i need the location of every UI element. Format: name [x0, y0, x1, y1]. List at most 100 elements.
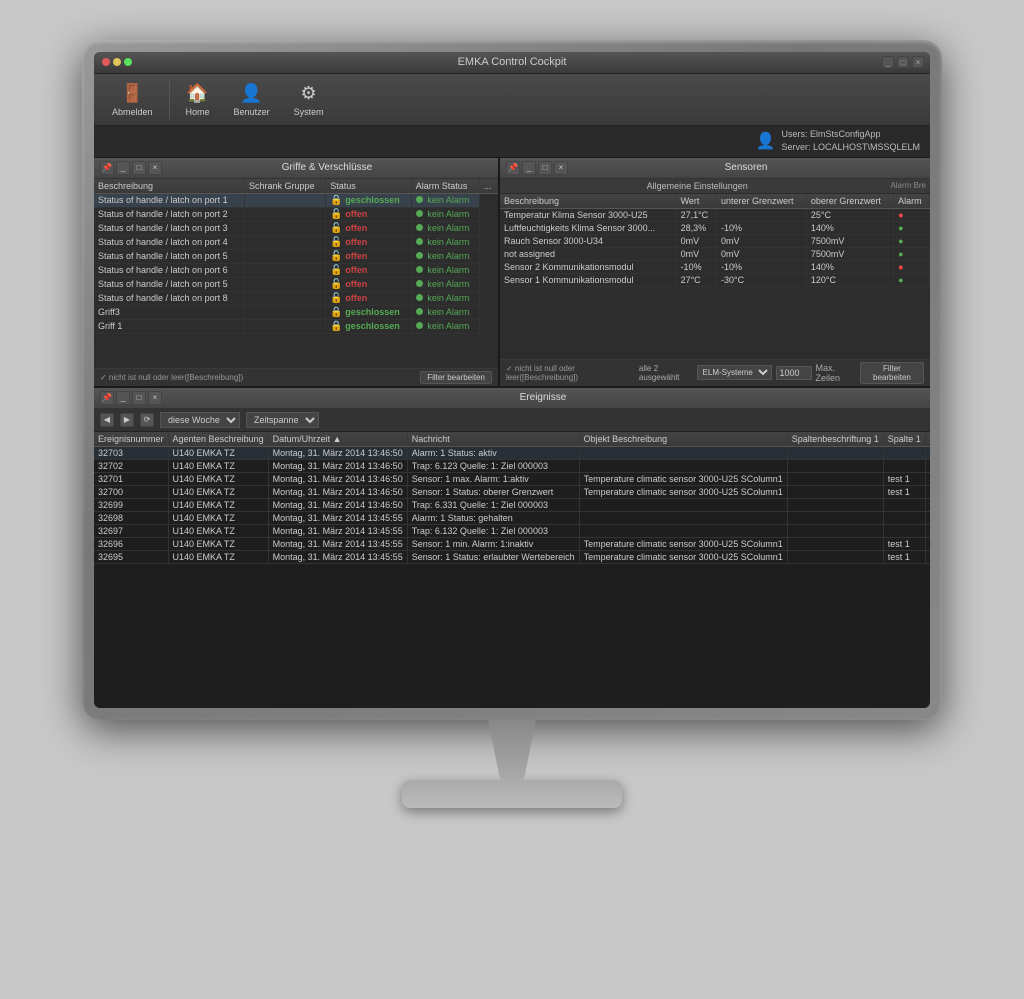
home-icon: 🏠	[186, 81, 210, 105]
system-button[interactable]: ⚙ System	[286, 77, 332, 121]
griffe-min-btn[interactable]: _	[116, 161, 130, 175]
sensoren-row[interactable]: Temperatur Klima Sensor 3000-U25 27,1°C …	[500, 208, 930, 221]
griffe-row[interactable]: Status of handle / latch on port 2 🔓 off…	[94, 207, 498, 221]
griffe-row[interactable]: Status of handle / latch on port 5 🔓 off…	[94, 277, 498, 291]
sensor-wert: 28,3%	[676, 221, 716, 234]
alarm-dot	[416, 224, 423, 231]
sensoren-min-btn[interactable]: _	[522, 161, 536, 175]
user-bar: 👤 Users: ElmStsConfigApp Server: LOCALHO…	[94, 126, 930, 158]
ereignis-nachricht: Alarm: 1 Status: aktiv	[407, 446, 579, 459]
user-name: Users: ElmStsConfigApp	[781, 128, 920, 141]
ereignisse-tb-btn3[interactable]: ⟳	[140, 413, 154, 427]
sensoren-row[interactable]: not assigned 0mV 0mV 7500mV ●	[500, 247, 930, 260]
benutzer-button[interactable]: 👤 Benutzer	[226, 77, 278, 121]
griffe-row[interactable]: Status of handle / latch on port 5 🔓 off…	[94, 249, 498, 263]
maximize-button[interactable]: □	[897, 56, 909, 68]
monitor-screen: EMKA Control Cockpit _ □ × 🚪 Abmelden	[94, 52, 930, 708]
ereignis-objekt: Temperature climatic sensor 3000-U25 SCo…	[579, 485, 787, 498]
ereignis-objekt: Temperature climatic sensor 3000-U25 SCo…	[579, 550, 787, 563]
griffe-close-btn[interactable]: ×	[148, 161, 162, 175]
ereignisse-min-btn[interactable]: _	[116, 391, 130, 405]
griffe-gruppe	[245, 235, 326, 249]
col-status: Status	[326, 179, 412, 194]
ereignis-nr: 32695	[94, 550, 168, 563]
griffe-row[interactable]: Status of handle / latch on port 1 🔒 ges…	[94, 193, 498, 207]
ereignis-agent: U140 EMKA TZ	[168, 537, 268, 550]
griffe-filter-btn[interactable]: Filter bearbeiten	[420, 371, 492, 384]
ereignisse-max-btn[interactable]: □	[132, 391, 146, 405]
sensoren-row[interactable]: Sensor 1 Kommunikationsmodul 27°C -30°C …	[500, 273, 930, 286]
sensoren-filter-btn[interactable]: Filter bearbeiten	[860, 362, 924, 384]
alarm-dot	[416, 196, 423, 203]
sensoren-row[interactable]: Sensor 2 Kommunikationsmodul -10% -10% 1…	[500, 260, 930, 273]
col-alarm-s: Alarm	[894, 194, 930, 209]
ereignisse-close-btn[interactable]: ×	[148, 391, 162, 405]
sensor-wert: 27°C	[676, 273, 716, 286]
sensoren-pin-btn[interactable]: 📌	[506, 161, 520, 175]
title-bar: EMKA Control Cockpit _ □ ×	[94, 52, 930, 74]
abmelden-button[interactable]: 🚪 Abmelden	[104, 77, 161, 121]
griffe-row[interactable]: Status of handle / latch on port 6 🔓 off…	[94, 263, 498, 277]
griffe-beschreibung: Status of handle / latch on port 3	[94, 221, 245, 235]
ereignisse-tb-btn1[interactable]: ◀	[100, 413, 114, 427]
ereignisse-row[interactable]: 32695 U140 EMKA TZ Montag, 31. März 2014…	[94, 550, 930, 563]
sensor-oberer: 140%	[806, 221, 893, 234]
ereignisse-row[interactable]: 32697 U140 EMKA TZ Montag, 31. März 2014…	[94, 524, 930, 537]
sensoren-max-btn[interactable]: □	[538, 161, 552, 175]
griffe-pin-btn[interactable]: 📌	[100, 161, 114, 175]
col-beschreibung-s: Beschreibung	[500, 194, 676, 209]
minimize-button[interactable]: _	[882, 56, 894, 68]
ereignis-sp2: SColumn2	[925, 550, 930, 563]
time-filter-select[interactable]: Zeitspanne	[246, 412, 319, 428]
ereignis-nachricht: Trap: 6.331 Quelle: 1: Ziel 000003	[407, 498, 579, 511]
close-button[interactable]: ×	[912, 56, 924, 68]
ereignis-sp1	[883, 498, 925, 511]
benutzer-icon: 👤	[240, 81, 264, 105]
griffe-row[interactable]: Status of handle / latch on port 8 🔓 off…	[94, 291, 498, 305]
griffe-row[interactable]: Griff 1 🔒 geschlossen kein Alarm	[94, 319, 498, 333]
ereignis-nachricht: Trap: 6.123 Quelle: 1: Ziel 000003	[407, 459, 579, 472]
home-button[interactable]: 🏠 Home	[178, 77, 218, 121]
ereignisse-row[interactable]: 32702 U140 EMKA TZ Montag, 31. März 2014…	[94, 459, 930, 472]
monitor-stand-base	[402, 780, 622, 808]
ereignisse-row[interactable]: 32701 U140 EMKA TZ Montag, 31. März 2014…	[94, 472, 930, 485]
ereignis-datum: Montag, 31. März 2014 13:46:50	[268, 498, 407, 511]
griffe-max-btn[interactable]: □	[132, 161, 146, 175]
griffe-table-container[interactable]: Beschreibung Schrank Gruppe Status Alarm…	[94, 179, 498, 368]
col-wert: Wert	[676, 194, 716, 209]
sensoren-table-container[interactable]: Beschreibung Wert unterer Grenzwert ober…	[500, 194, 930, 359]
ereignisse-tb-btn2[interactable]: ▶	[120, 413, 134, 427]
griffe-gruppe	[245, 249, 326, 263]
ereignisse-row[interactable]: 32703 U140 EMKA TZ Montag, 31. März 2014…	[94, 446, 930, 459]
ereignis-sp1-label	[787, 511, 883, 524]
alarm-dot	[416, 210, 423, 217]
ereignisse-row[interactable]: 32700 U140 EMKA TZ Montag, 31. März 2014…	[94, 485, 930, 498]
sensor-oberer: 120°C	[806, 273, 893, 286]
max-zeilen-input[interactable]	[776, 366, 812, 380]
griffe-row[interactable]: Griff3 🔒 geschlossen kein Alarm	[94, 305, 498, 319]
ereignis-nr: 32700	[94, 485, 168, 498]
sensor-beschreibung: not assigned	[500, 247, 676, 260]
ereignisse-row[interactable]: 32699 U140 EMKA TZ Montag, 31. März 2014…	[94, 498, 930, 511]
date-filter-select[interactable]: diese Woche	[160, 412, 240, 428]
sensoren-row[interactable]: Rauch Sensor 3000-U34 0mV 0mV 7500mV ●	[500, 234, 930, 247]
griffe-status: 🔓 offen	[326, 249, 412, 263]
sensoren-close-btn[interactable]: ×	[554, 161, 568, 175]
close-dot[interactable]	[102, 58, 110, 66]
ereignis-nachricht: Alarm: 1 Status: gehalten	[407, 511, 579, 524]
ereignisse-pin-btn[interactable]: 📌	[100, 391, 114, 405]
griffe-row[interactable]: Status of handle / latch on port 4 🔓 off…	[94, 235, 498, 249]
ereignisse-table-container[interactable]: Ereignisnummer Agenten Beschreibung Datu…	[94, 432, 930, 708]
griffe-row[interactable]: Status of handle / latch on port 3 🔓 off…	[94, 221, 498, 235]
griffe-gruppe	[245, 319, 326, 333]
minimize-dot[interactable]	[113, 58, 121, 66]
griffe-gruppe	[245, 193, 326, 207]
sensoren-row[interactable]: Luftfeuchtigkeits Klima Sensor 3000... 2…	[500, 221, 930, 234]
ereignisse-panel-header: 📌 _ □ × Ereignisse	[94, 388, 930, 409]
ereignisse-row[interactable]: 32698 U140 EMKA TZ Montag, 31. März 2014…	[94, 511, 930, 524]
maximize-dot[interactable]	[124, 58, 132, 66]
ereignis-nr: 32703	[94, 446, 168, 459]
ereignisse-row[interactable]: 32696 U140 EMKA TZ Montag, 31. März 2014…	[94, 537, 930, 550]
sensor-alarm: ●	[894, 260, 930, 273]
elm-source-select[interactable]: ELM-Systeme	[697, 365, 772, 380]
